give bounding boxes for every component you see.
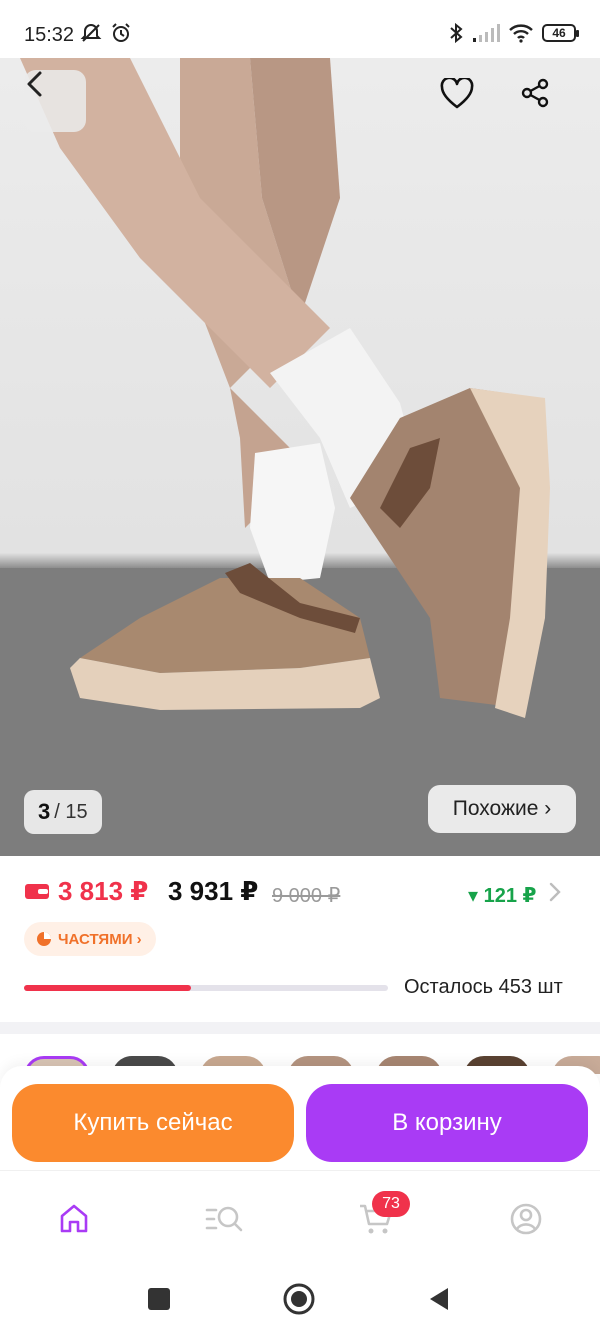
installments-label: ЧАСТЯМИ › [58, 930, 142, 948]
bottom-navigation: 73 [0, 1170, 600, 1264]
heart-icon [440, 78, 474, 109]
price-card: 3 813 ₽ 3 931 ₽ 9 000 ₽ ▾ 121 ₽ ЧАСТЯМИ … [0, 856, 600, 1022]
back-button[interactable] [24, 70, 86, 132]
share-button[interactable] [520, 78, 568, 126]
nav-catalog[interactable] [204, 1199, 244, 1239]
alarm-icon [112, 23, 130, 42]
profile-icon [510, 1203, 542, 1235]
old-price: 9 000 ₽ [272, 885, 341, 907]
triangle-back-icon [430, 1288, 448, 1310]
bluetooth-icon [450, 22, 463, 44]
status-bar: 15:32 46 [0, 0, 600, 58]
image-counter: 3 / 15 [24, 790, 102, 834]
chevron-left-icon [27, 71, 42, 97]
purchase-action-bar: Купить сейчас В корзину [0, 1066, 600, 1170]
square-icon [148, 1288, 170, 1310]
share-icon [521, 78, 549, 108]
wallet-icon [25, 884, 49, 899]
stock-progress-bar [24, 985, 388, 991]
back-system-button[interactable] [422, 1282, 456, 1316]
installments-badge[interactable]: ЧАСТЯМИ › [24, 922, 156, 956]
wifi-icon [509, 24, 533, 43]
cart-count-badge: 73 [372, 1191, 410, 1217]
similar-products-button[interactable]: Похожие › [428, 785, 576, 833]
nav-profile[interactable] [506, 1199, 546, 1239]
nav-home[interactable] [54, 1199, 94, 1239]
chevron-right-icon[interactable] [548, 882, 562, 902]
image-counter-current: 3 [38, 799, 51, 824]
status-icons-left [80, 22, 132, 44]
circle-icon [283, 1283, 315, 1315]
stock-progress-fill [24, 985, 192, 991]
status-icons-right: 46 [448, 22, 579, 44]
product-photo [0, 58, 600, 856]
price-drop[interactable]: ▾ 121 ₽ [468, 883, 536, 908]
signal-icon [473, 24, 500, 42]
status-time: 15:32 [24, 24, 75, 46]
home-icon [60, 1204, 88, 1233]
product-image-gallery[interactable]: 3 / 15 Похожие › [0, 58, 600, 856]
favorite-button[interactable] [440, 78, 488, 126]
home-system-button[interactable] [282, 1282, 316, 1316]
stock-remaining: Осталось 453 шт [404, 976, 563, 998]
catalog-search-icon [205, 1206, 243, 1232]
recents-button[interactable] [142, 1282, 176, 1316]
section-divider [0, 1022, 600, 1034]
buy-now-button[interactable]: Купить сейчас [12, 1084, 294, 1162]
image-counter-total: / 15 [54, 800, 88, 823]
add-to-cart-button[interactable]: В корзину [306, 1084, 588, 1162]
muted-bell-icon [80, 23, 102, 42]
battery-indicator: 46 [542, 24, 579, 42]
pie-chart-icon [37, 932, 51, 946]
regular-price: 3 931 ₽ [168, 876, 259, 906]
card-price: 3 813 ₽ [58, 876, 149, 906]
system-navigation-bar [0, 1264, 600, 1332]
